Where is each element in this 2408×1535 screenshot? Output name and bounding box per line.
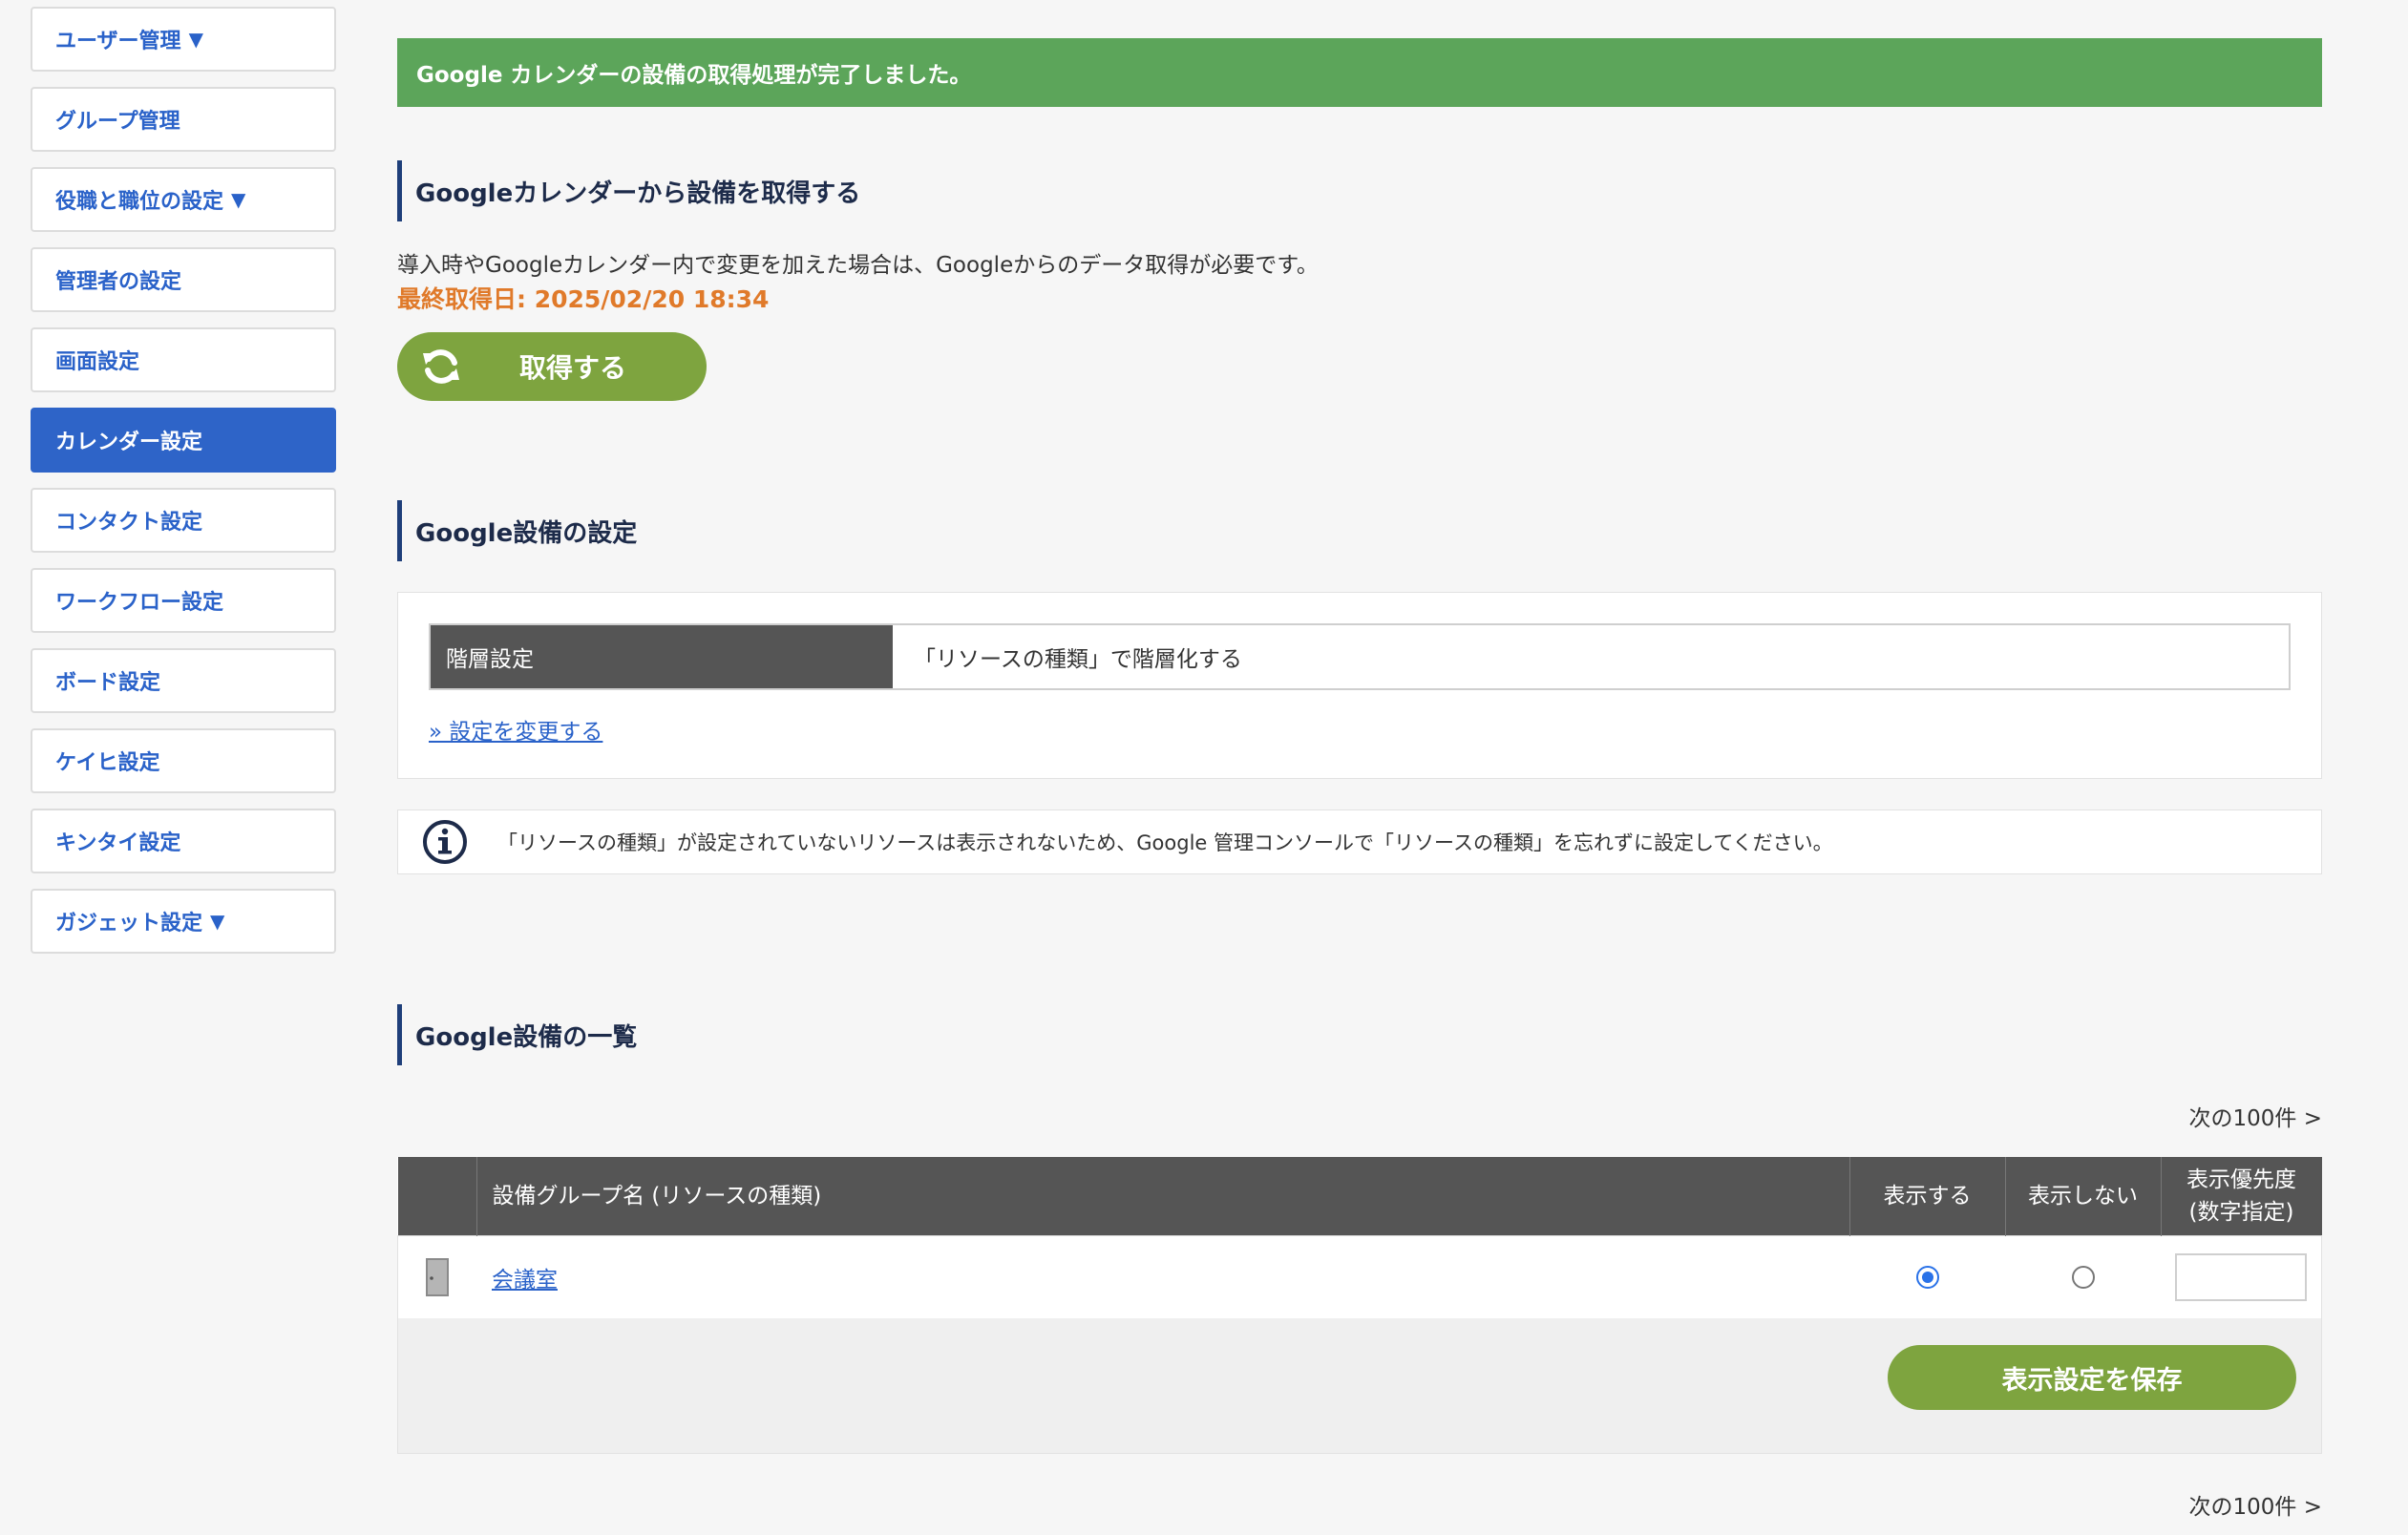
sidebar-item-label: 管理者の設定 — [55, 270, 182, 294]
info-message: 「リソースの種類」が設定されていないリソースは表示されないため、Google 管… — [497, 831, 1833, 854]
icon-column-header — [397, 1157, 477, 1236]
last-fetched-date: 最終取得日: 2025/02/20 18:34 — [397, 285, 770, 313]
priority-input[interactable] — [2175, 1253, 2307, 1301]
fetch-section-title: Googleカレンダーから設備を取得する — [397, 160, 2322, 221]
hierarchy-table: 階層設定 「リソースの種類」で階層化する — [429, 623, 2291, 690]
priority-column-header: 表示優先度 (数字指定) — [2161, 1157, 2322, 1236]
sidebar-item-label: ボード設定 — [55, 671, 161, 695]
settings-section-title: Google設備の設定 — [397, 500, 2322, 561]
info-icon — [423, 820, 467, 864]
row-icon-cell — [397, 1235, 476, 1318]
sidebar-item-admin-settings[interactable]: 管理者の設定 — [31, 247, 336, 312]
sidebar-item-label: 画面設定 — [55, 350, 140, 374]
caret-down-icon: ▼ — [210, 910, 225, 933]
show-radio[interactable] — [1915, 1266, 1939, 1289]
row-hide-cell — [2005, 1235, 2161, 1318]
admin-sidebar: ユーザー管理 ▼ グループ管理 役職と職位の設定 ▼ 管理者の設定 画面設定 カ… — [31, 7, 336, 969]
sidebar-item-contact-settings[interactable]: コンタクト設定 — [31, 488, 336, 553]
save-display-settings-button[interactable]: 表示設定を保存 — [1888, 1345, 2296, 1410]
info-notice: 「リソースの種類」が設定されていないリソースは表示されないため、Google 管… — [397, 810, 2322, 874]
sidebar-item-label: コンタクト設定 — [55, 511, 203, 535]
sidebar-item-label: ケイヒ設定 — [55, 751, 160, 775]
door-icon — [426, 1258, 449, 1296]
fetch-button[interactable]: 取得する — [397, 332, 707, 401]
show-column-header: 表示する — [1849, 1157, 2006, 1236]
sidebar-item-positions[interactable]: 役職と職位の設定 ▼ — [31, 167, 336, 232]
resource-group-link[interactable]: 会議室 — [492, 1268, 558, 1293]
sidebar-item-label: ワークフロー設定 — [55, 591, 224, 615]
list-section-title: Google設備の一覧 — [397, 1004, 2322, 1065]
row-priority-cell — [2161, 1235, 2322, 1318]
sidebar-item-screen-settings[interactable]: 画面設定 — [31, 327, 336, 392]
resource-table: 設備グループ名 (リソースの種類) 表示する 表示しない 表示優先度 (数字指定… — [397, 1157, 2322, 1318]
priority-header-line1: 表示優先度 — [2186, 1167, 2296, 1192]
save-area: 表示設定を保存 — [397, 1318, 2322, 1454]
sidebar-item-user-management[interactable]: ユーザー管理 ▼ — [31, 7, 336, 72]
pager-next-bottom[interactable]: 次の100件 > — [397, 1488, 2322, 1521]
sidebar-item-expense-settings[interactable]: ケイヒ設定 — [31, 728, 336, 793]
sidebar-item-board-settings[interactable]: ボード設定 — [31, 648, 336, 713]
sidebar-item-label: ガジェット設定 — [55, 912, 203, 936]
table-header-row: 設備グループ名 (リソースの種類) 表示する 表示しない 表示優先度 (数字指定… — [397, 1157, 2322, 1236]
sidebar-item-gadget-settings[interactable]: ガジェット設定 ▼ — [31, 889, 336, 954]
sidebar-item-label: キンタイ設定 — [55, 831, 181, 855]
name-column-header: 設備グループ名 (リソースの種類) — [476, 1157, 1850, 1236]
priority-header-line2: (数字指定) — [2188, 1200, 2294, 1225]
sidebar-item-label: 役職と職位の設定 — [55, 190, 224, 214]
main-content: Google カレンダーの設備の取得処理が完了しました。 Googleカレンダー… — [397, 38, 2322, 1521]
sidebar-item-calendar-settings[interactable]: カレンダー設定 — [31, 408, 336, 473]
sidebar-item-label: ユーザー管理 — [55, 30, 181, 53]
success-banner: Google カレンダーの設備の取得処理が完了しました。 — [397, 38, 2322, 107]
hierarchy-label: 階層設定 — [431, 625, 893, 688]
caret-down-icon: ▼ — [188, 28, 203, 51]
sync-icon — [423, 349, 459, 384]
sidebar-item-label: カレンダー設定 — [55, 431, 203, 454]
hierarchy-settings-panel: 階層設定 「リソースの種類」で階層化する » 設定を変更する — [397, 592, 2322, 779]
fetch-description: 導入時やGoogleカレンダー内で変更を加えた場合は、Googleからのデータ取… — [397, 253, 1319, 278]
change-settings-link[interactable]: » 設定を変更する — [429, 713, 602, 746]
sidebar-item-label: グループ管理 — [55, 110, 180, 134]
sidebar-item-workflow-settings[interactable]: ワークフロー設定 — [31, 568, 336, 633]
hide-radio[interactable] — [2071, 1266, 2095, 1289]
sidebar-item-group-management[interactable]: グループ管理 — [31, 87, 336, 152]
fetch-button-label: 取得する — [519, 352, 627, 384]
sidebar-item-attendance-settings[interactable]: キンタイ設定 — [31, 809, 336, 873]
table-row: 会議室 — [397, 1235, 2322, 1318]
caret-down-icon: ▼ — [231, 188, 246, 211]
hierarchy-value: 「リソースの種類」で階層化する — [914, 647, 1242, 672]
row-show-cell — [1849, 1235, 2005, 1318]
row-name-cell: 会議室 — [476, 1235, 1849, 1318]
pager-next-top[interactable]: 次の100件 > — [397, 1100, 2322, 1132]
hide-column-header: 表示しない — [2005, 1157, 2162, 1236]
